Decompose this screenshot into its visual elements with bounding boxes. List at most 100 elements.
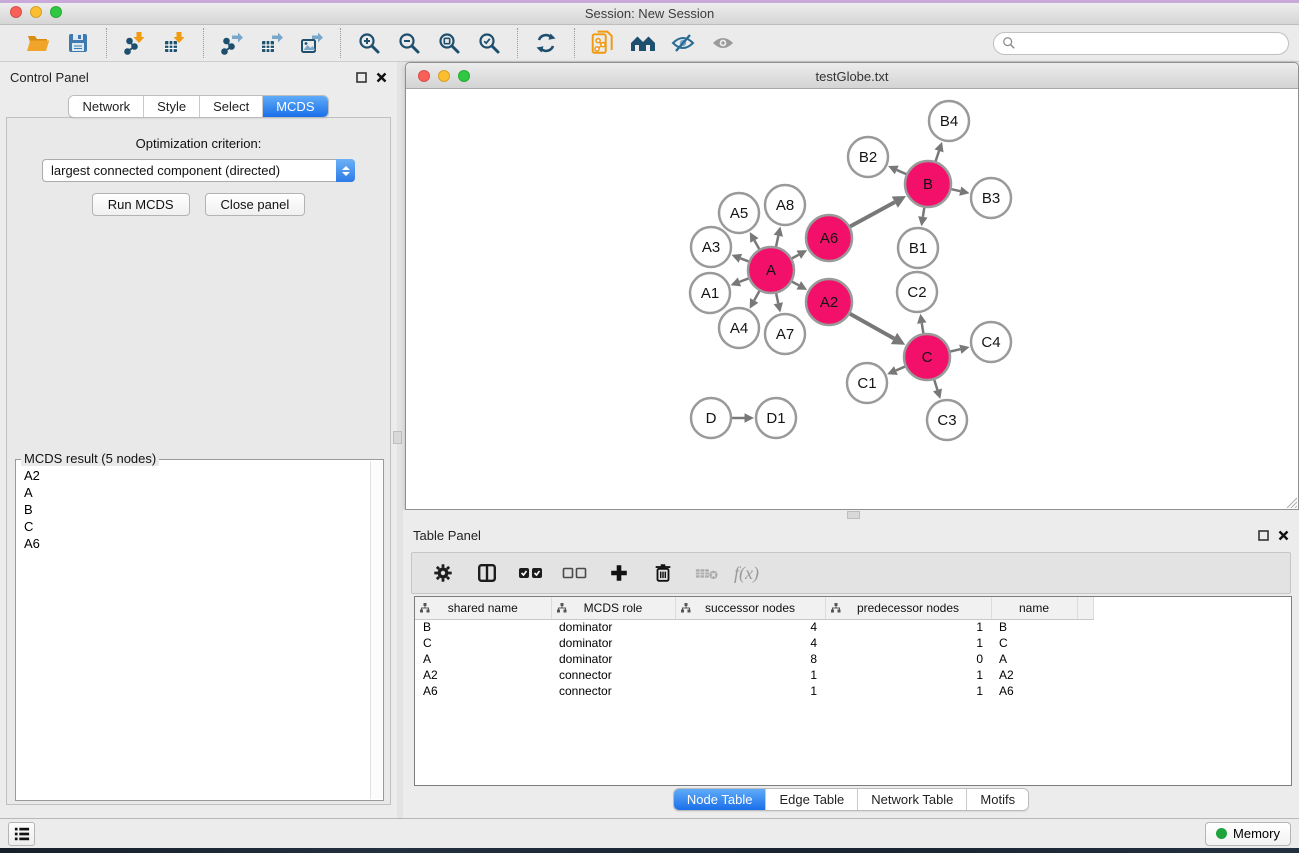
table-row[interactable]: A6connector11A6 <box>415 683 1093 699</box>
tab-node-table[interactable]: Node Table <box>674 789 766 810</box>
tab-select[interactable]: Select <box>199 96 262 117</box>
node-A1[interactable]: A1 <box>690 273 730 313</box>
window-resize-grip[interactable] <box>1284 495 1297 508</box>
table-cell[interactable]: 4 <box>675 635 825 651</box>
edge-C-C4[interactable] <box>950 349 960 351</box>
edge-A-A3[interactable] <box>740 258 748 261</box>
run-mcds-button[interactable]: Run MCDS <box>92 193 190 216</box>
save-session-button[interactable] <box>62 28 94 58</box>
home-pair-button[interactable] <box>627 28 659 58</box>
node-C1[interactable]: C1 <box>847 363 887 403</box>
node-D1[interactable]: D1 <box>756 398 796 438</box>
show-columns-button[interactable] <box>470 556 504 590</box>
table-cell[interactable]: A <box>991 651 1077 667</box>
result-item[interactable]: C <box>24 518 375 535</box>
node-A4[interactable]: A4 <box>719 308 759 348</box>
node-B2[interactable]: B2 <box>848 137 888 177</box>
select-all-columns-button[interactable] <box>514 556 548 590</box>
edge-B-B4[interactable] <box>936 151 939 161</box>
unselect-all-columns-button[interactable] <box>558 556 592 590</box>
table-cell[interactable]: 1 <box>675 683 825 699</box>
node-A8[interactable]: A8 <box>765 185 805 225</box>
node-A3[interactable]: A3 <box>691 227 731 267</box>
node-A6[interactable]: A6 <box>806 215 852 261</box>
zoom-out-button[interactable] <box>393 28 425 58</box>
network-canvas[interactable]: B4B2BB3A5A8A6B1A3AA1C2A2A4A7C4CC1C3DD1 <box>406 89 1298 509</box>
vertical-split-handle[interactable] <box>393 431 402 444</box>
node-B4[interactable]: B4 <box>929 101 969 141</box>
export-network-button[interactable] <box>216 28 248 58</box>
result-item[interactable]: A2 <box>24 467 375 484</box>
zoom-in-button[interactable] <box>353 28 385 58</box>
import-network-button[interactable] <box>119 28 151 58</box>
horizontal-split-handle[interactable] <box>847 511 860 519</box>
close-table-panel-icon[interactable] <box>1278 530 1289 541</box>
open-session-button[interactable] <box>22 28 54 58</box>
edge-A-A8[interactable] <box>776 236 778 247</box>
function-builder-button[interactable]: f(x) <box>734 556 759 590</box>
node-table[interactable]: shared nameMCDS rolesuccessor nodesprede… <box>414 596 1292 786</box>
refresh-button[interactable] <box>530 28 562 58</box>
edge-A-A5[interactable] <box>754 240 759 249</box>
search-field[interactable] <box>993 32 1289 55</box>
table-cell[interactable]: B <box>991 619 1077 635</box>
table-row[interactable]: Cdominator41C <box>415 635 1093 651</box>
column-header[interactable]: name <box>991 597 1077 619</box>
node-A5[interactable]: A5 <box>719 193 759 233</box>
table-cell[interactable]: B <box>415 619 551 635</box>
float-panel-icon[interactable] <box>356 72 367 83</box>
table-cell[interactable]: 1 <box>825 635 991 651</box>
horizontal-split-divider[interactable] <box>403 510 1299 520</box>
table-row[interactable]: Adominator80A <box>415 651 1093 667</box>
column-header[interactable]: predecessor nodes <box>825 597 991 619</box>
node-table-body[interactable]: Bdominator41BCdominator41CAdominator80AA… <box>415 619 1093 699</box>
node-A[interactable]: A <box>748 247 794 293</box>
node-A2[interactable]: A2 <box>806 279 852 325</box>
table-cell[interactable]: A6 <box>991 683 1077 699</box>
zoom-fit-button[interactable] <box>433 28 465 58</box>
table-cell[interactable]: A2 <box>991 667 1077 683</box>
task-history-button[interactable] <box>8 822 35 846</box>
tab-network-table[interactable]: Network Table <box>857 789 966 810</box>
node-C3[interactable]: C3 <box>927 400 967 440</box>
toggle-bird-eye-button[interactable] <box>667 28 699 58</box>
table-cell[interactable]: 1 <box>825 667 991 683</box>
table-row[interactable]: A2connector11A2 <box>415 667 1093 683</box>
table-cell[interactable]: 1 <box>825 619 991 635</box>
table-settings-button[interactable] <box>426 556 460 590</box>
zoom-selected-button[interactable] <box>473 28 505 58</box>
node-A7[interactable]: A7 <box>765 314 805 354</box>
table-cell[interactable]: dominator <box>551 619 675 635</box>
node-C4[interactable]: C4 <box>971 322 1011 362</box>
node-B[interactable]: B <box>905 161 951 207</box>
column-header[interactable]: shared name <box>415 597 551 619</box>
criterion-select[interactable]: largest connected component (directed) <box>42 159 355 182</box>
tab-network[interactable]: Network <box>69 96 143 117</box>
edge-A-A4[interactable] <box>754 291 759 300</box>
edge-B-B2[interactable] <box>897 170 906 174</box>
result-item[interactable]: A6 <box>24 535 375 552</box>
node-C2[interactable]: C2 <box>897 272 937 312</box>
network-from-document-button[interactable] <box>587 28 619 58</box>
node-B1[interactable]: B1 <box>898 228 938 268</box>
close-panel-icon[interactable] <box>376 72 387 83</box>
edge-C-C3[interactable] <box>934 380 937 390</box>
table-cell[interactable]: dominator <box>551 635 675 651</box>
result-scrollbar[interactable] <box>370 461 383 799</box>
create-column-button[interactable] <box>602 556 636 590</box>
tab-mcds[interactable]: MCDS <box>262 96 327 117</box>
table-cell[interactable]: 4 <box>675 619 825 635</box>
float-table-panel-icon[interactable] <box>1258 530 1269 541</box>
result-item[interactable]: A <box>24 484 375 501</box>
network-window-titlebar[interactable]: testGlobe.txt <box>406 63 1298 89</box>
memory-button[interactable]: Memory <box>1205 822 1291 846</box>
edge-C-C2[interactable] <box>922 323 924 333</box>
table-cell[interactable]: 1 <box>825 683 991 699</box>
column-header[interactable]: MCDS role <box>551 597 675 619</box>
show-hide-button[interactable] <box>707 28 739 58</box>
table-cell[interactable]: A2 <box>415 667 551 683</box>
search-input[interactable] <box>1021 36 1280 50</box>
export-table-button[interactable] <box>256 28 288 58</box>
table-cell[interactable]: C <box>415 635 551 651</box>
import-table-button[interactable] <box>159 28 191 58</box>
